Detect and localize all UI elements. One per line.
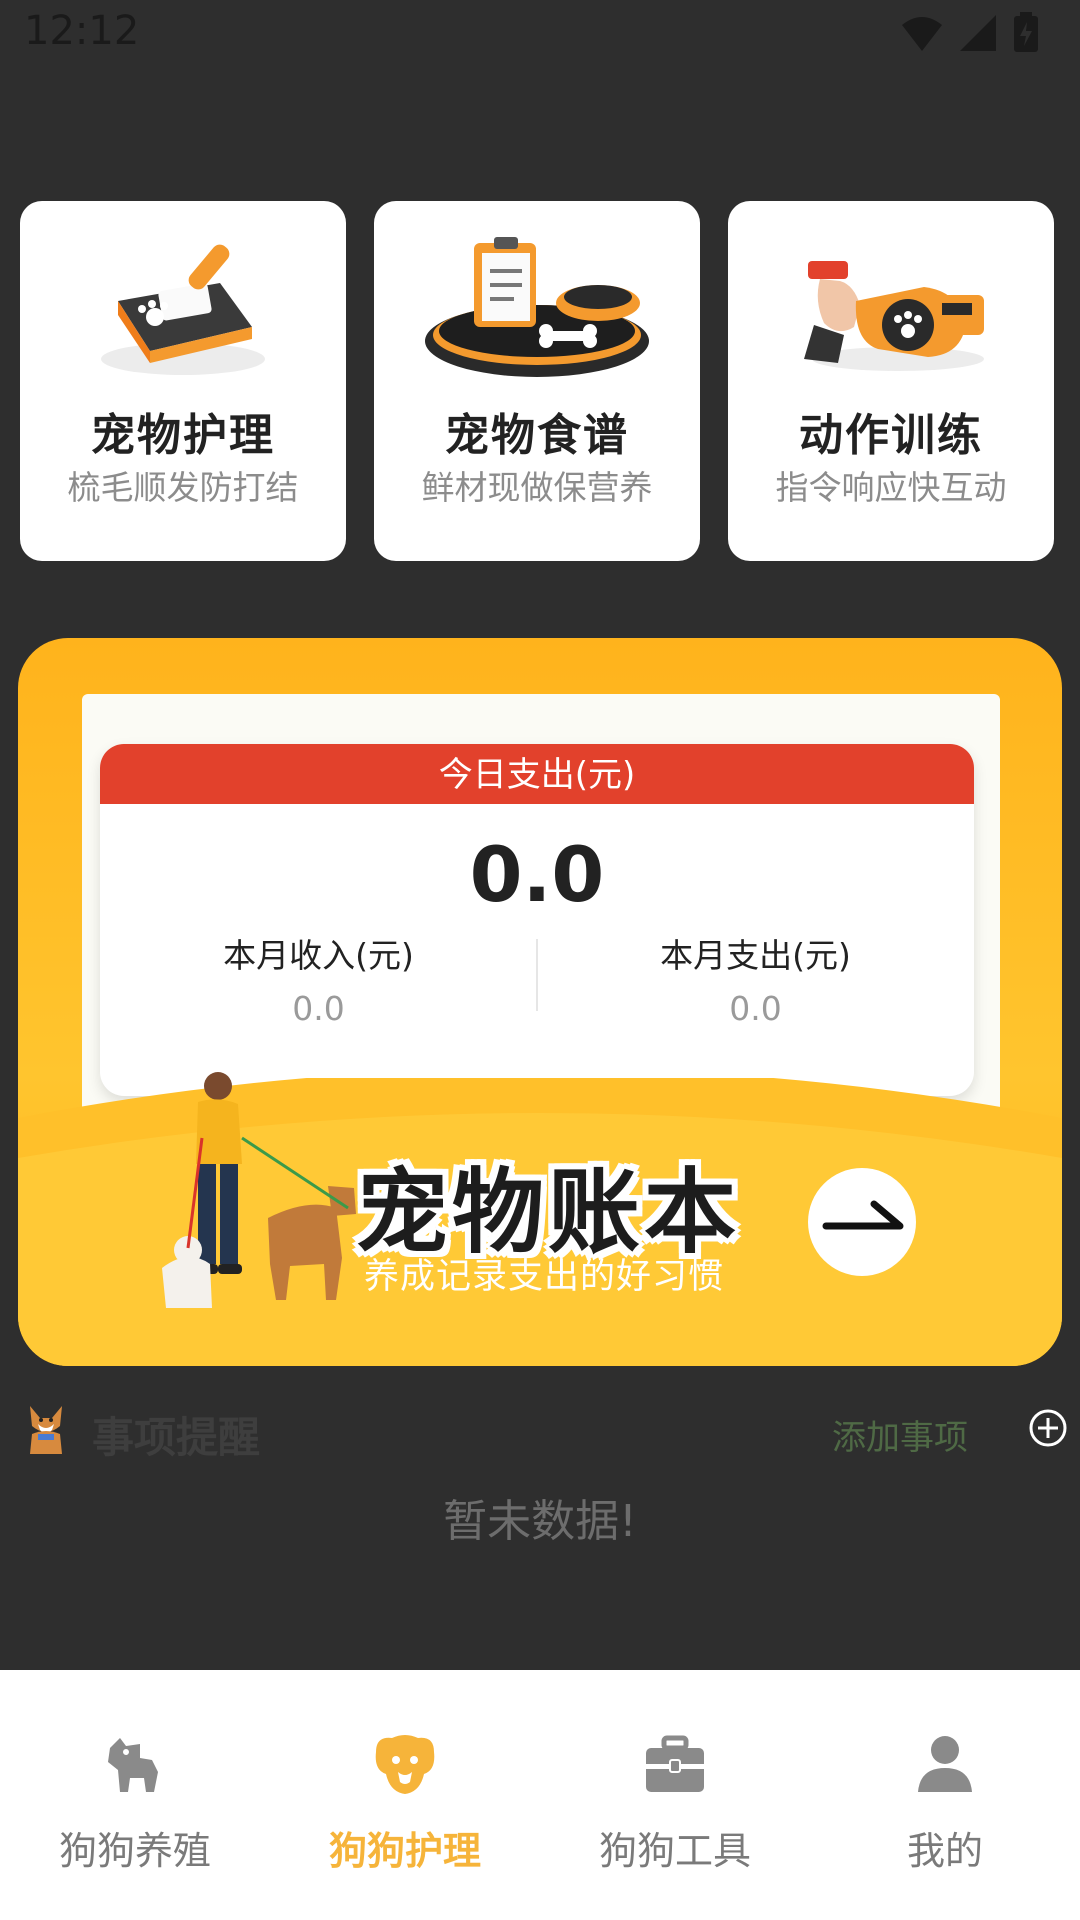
- empty-state-text: 暂未数据!: [443, 1496, 637, 1547]
- ledger-open-button[interactable]: [808, 1168, 916, 1276]
- dog-icon: [108, 1738, 158, 1792]
- user-icon: [918, 1736, 972, 1792]
- feature-subtitle: 鲜材现做保营养: [421, 468, 653, 507]
- month-income: 本月收入(元) 0.0: [100, 929, 537, 1028]
- status-time: 12:12: [24, 8, 140, 54]
- tab-label: 我的: [906, 1829, 983, 1873]
- today-expense-value: 0.0: [469, 830, 605, 919]
- tab-dog-breeding[interactable]: 狗狗养殖: [0, 1670, 270, 1920]
- tab-mine[interactable]: 我的: [810, 1670, 1080, 1920]
- feature-subtitle: 梳毛顺发防打结: [67, 468, 299, 507]
- feature-subtitle: 指令响应快互动: [775, 468, 1007, 507]
- arrow-right-icon: [822, 1200, 904, 1230]
- dog-walker-illustration: [162, 1072, 356, 1308]
- month-income-label: 本月收入(元): [223, 936, 414, 975]
- month-expense-label: 本月支出(元): [660, 936, 851, 975]
- today-expense-label: 今日支出(元): [100, 744, 974, 804]
- reminder-header: 事项提醒 添加事项: [0, 1400, 1080, 1462]
- reminder-title: 事项提醒: [92, 1413, 261, 1462]
- feature-title: 动作训练: [799, 410, 983, 461]
- add-circle-icon[interactable]: [1028, 1408, 1068, 1448]
- status-bar: 12:12: [0, 0, 1080, 70]
- tab-dog-tools[interactable]: 狗狗工具: [540, 1670, 810, 1920]
- add-item-link[interactable]: 添加事项: [832, 1410, 968, 1459]
- feature-card-grooming[interactable]: 宠物护理 梳毛顺发防打结: [20, 201, 346, 561]
- tab-dog-care[interactable]: 狗狗护理: [270, 1670, 540, 1920]
- food-bowl-icon: [425, 237, 649, 377]
- month-expense: 本月支出(元) 0.0: [537, 929, 974, 1028]
- corgi-icon: [30, 1406, 62, 1454]
- whistle-icon: [804, 261, 984, 371]
- feature-card-recipe[interactable]: 宠物食谱 鲜材现做保营养: [374, 201, 700, 561]
- tab-label: 狗狗养殖: [58, 1829, 211, 1873]
- tab-label: 狗狗护理: [328, 1829, 481, 1873]
- banner-subtitle: 养成记录支出的好习惯: [364, 1257, 725, 1297]
- feature-title: 宠物护理: [91, 410, 275, 461]
- signal-icon: [960, 15, 996, 51]
- status-icons: [900, 12, 1040, 54]
- grooming-brush-icon: [101, 244, 265, 375]
- month-expense-value: 0.0: [729, 989, 782, 1028]
- bottom-tab-bar: 狗狗养殖 狗狗护理 狗狗工具 我的: [0, 1670, 1080, 1920]
- feature-card-training[interactable]: 动作训练 指令响应快互动: [728, 201, 1054, 561]
- feature-title: 宠物食谱: [445, 410, 629, 461]
- battery-icon: [1014, 12, 1038, 52]
- stat-card: 今日支出(元) 0.0 本月收入(元) 0.0 本月支出(元) 0.0: [100, 744, 974, 1096]
- ledger-banner[interactable]: 今日支出(元) 0.0 本月收入(元) 0.0 本月支出(元) 0.0 宠物账本…: [18, 638, 1062, 1366]
- month-income-value: 0.0: [292, 989, 345, 1028]
- dog-face-icon: [375, 1735, 435, 1794]
- tab-label: 狗狗工具: [598, 1829, 751, 1873]
- toolbox-icon: [646, 1735, 704, 1792]
- wifi-icon: [902, 17, 942, 51]
